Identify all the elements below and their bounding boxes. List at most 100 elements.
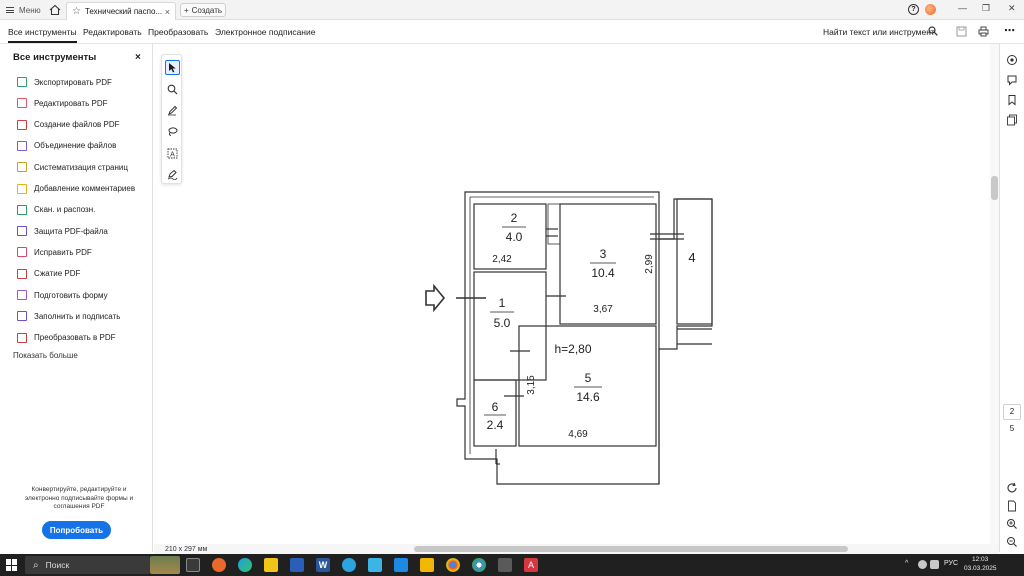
taskbar-search[interactable]: ⌕ Поиск	[25, 556, 150, 574]
help-icon[interactable]: ?	[908, 4, 919, 15]
menu-button[interactable]: Меню	[2, 3, 41, 17]
store-icon[interactable]	[290, 558, 304, 572]
document-tab[interactable]: ☆ Технический паспо... ×	[66, 2, 176, 20]
ai-assistant-icon[interactable]	[1006, 54, 1018, 66]
tab-e-sign[interactable]: Электронное подписание	[215, 27, 315, 37]
dim-3-15: 3,15	[526, 375, 537, 395]
print-icon[interactable]	[978, 26, 989, 37]
tool-label: Объединение файлов	[34, 141, 117, 151]
tool-icon	[17, 183, 27, 194]
clock-time[interactable]: 12:03	[972, 556, 988, 563]
room-2-number: 2	[511, 211, 518, 225]
tool-icon	[17, 290, 27, 300]
tool-item[interactable]: Преобразовать в PDF	[17, 331, 115, 345]
tool-item[interactable]: Подготовить форму	[17, 288, 108, 302]
file-explorer-icon[interactable]	[264, 558, 278, 572]
tool-item[interactable]: Защита PDF-файла	[17, 224, 108, 238]
zoom-tool[interactable]	[165, 82, 180, 97]
tool-item[interactable]: Создание файлов PDF	[17, 118, 119, 132]
tool-item[interactable]: Скан. и распозн.	[17, 203, 95, 217]
vertical-scrollbar[interactable]	[991, 176, 998, 200]
chrome-icon[interactable]	[446, 558, 460, 572]
dim-4-69: 4,69	[568, 429, 588, 440]
pen-icon	[168, 105, 178, 116]
windows-start-icon[interactable]	[6, 559, 18, 571]
new-tab-button[interactable]: + Создать	[180, 3, 226, 17]
tab-edit[interactable]: Редактировать	[83, 27, 142, 37]
sign-tool[interactable]	[165, 167, 180, 182]
current-page-input[interactable]: 2	[1003, 404, 1021, 420]
refresh-icon[interactable]	[1006, 482, 1018, 494]
tool-item[interactable]: Редактировать PDF	[17, 96, 107, 110]
clock-date[interactable]: 03.03.2025	[964, 565, 997, 572]
acrobat-icon[interactable]: A	[524, 558, 538, 572]
tool-item[interactable]: Экспортировать PDF	[17, 75, 112, 89]
widget-bird-icon[interactable]	[150, 556, 180, 574]
tool-label: Редактировать PDF	[34, 98, 108, 108]
tab-convert[interactable]: Преобразовать	[148, 27, 208, 37]
tab-all-tools[interactable]: Все инструменты	[8, 27, 77, 43]
tool-icon	[17, 226, 27, 237]
hamburger-icon	[6, 7, 14, 13]
text-tool[interactable]: A	[165, 146, 180, 161]
save-icon[interactable]	[956, 26, 967, 37]
more-options-icon[interactable]: ⋯	[1004, 24, 1015, 37]
cursor-icon	[169, 63, 176, 73]
zoom-in-icon[interactable]	[1006, 518, 1018, 530]
tool-item[interactable]: Добавление комментариев	[17, 182, 135, 196]
document-icon[interactable]	[1006, 500, 1018, 512]
star-icon[interactable]: ☆	[72, 6, 81, 17]
all-tools-panel: Все инструменты × Экспортировать PDF Реда…	[0, 44, 153, 552]
home-icon[interactable]	[49, 4, 61, 16]
room-2-area: 4.0	[506, 230, 523, 244]
document-canvas[interactable]: 2 4.0 2,42 3 10.4 3,67 2,99 4 1 5.0 h=2,…	[154, 44, 999, 544]
app-orange-icon[interactable]	[212, 558, 226, 572]
comment-icon[interactable]	[1006, 74, 1018, 86]
pages-icon[interactable]	[1006, 114, 1018, 126]
dim-2-42: 2,42	[492, 254, 512, 265]
app-blue-icon[interactable]	[368, 558, 382, 572]
tool-item[interactable]: Сжатие PDF	[17, 267, 80, 281]
volume-icon[interactable]	[930, 560, 939, 569]
tool-item[interactable]: Исправить PDF	[17, 245, 92, 259]
vertical-scroll-track[interactable]	[990, 44, 999, 544]
horizontal-scrollbar[interactable]	[414, 546, 848, 552]
room-3-area: 10.4	[591, 266, 615, 280]
telegram-icon[interactable]	[342, 558, 356, 572]
restore-button[interactable]: ❐	[982, 3, 990, 14]
search-icon[interactable]	[928, 26, 938, 36]
minimize-button[interactable]: —	[958, 3, 967, 13]
chrome-alt-icon[interactable]	[472, 558, 486, 572]
zoom-out-icon[interactable]	[1006, 536, 1018, 548]
show-more-link[interactable]: Показать больше	[13, 351, 78, 360]
right-rail: 2 5	[999, 44, 1024, 552]
draw-tool[interactable]	[165, 124, 180, 139]
app-yellow-icon[interactable]	[420, 558, 434, 572]
tool-icon	[17, 119, 27, 130]
tool-item[interactable]: Объединение файлов	[17, 139, 116, 153]
try-button[interactable]: Попробовать	[42, 521, 111, 539]
word-icon[interactable]: W	[316, 558, 330, 572]
promo-text: Конвертируйте, редактируйте и электронно…	[24, 486, 134, 510]
comment-tool[interactable]	[165, 103, 180, 118]
tool-label: Систематизация страниц	[34, 162, 128, 172]
select-tool[interactable]	[165, 60, 180, 75]
app-grey-icon[interactable]	[498, 558, 512, 572]
network-icon[interactable]	[918, 560, 927, 569]
close-window-button[interactable]: ✕	[1008, 3, 1016, 14]
bookmark-icon[interactable]	[1006, 94, 1018, 106]
find-text-or-tool[interactable]: Найти текст или инструмент	[823, 27, 935, 37]
edge-icon[interactable]	[238, 558, 252, 572]
app-mail-icon[interactable]	[394, 558, 408, 572]
tab-close-icon[interactable]: ×	[165, 7, 170, 17]
language-indicator[interactable]: РУС	[944, 560, 958, 567]
task-view-icon[interactable]	[186, 558, 200, 572]
tool-item[interactable]: Заполнить и подписать	[17, 309, 120, 323]
close-panel-icon[interactable]: ×	[135, 52, 141, 63]
tool-item[interactable]: Систематизация страниц	[17, 160, 128, 174]
avatar[interactable]	[925, 4, 936, 15]
tool-label: Добавление комментариев	[34, 184, 136, 193]
tray-chevron-icon[interactable]: ^	[905, 560, 908, 567]
tool-label: Сжатие PDF	[34, 269, 81, 279]
tool-icon	[17, 140, 27, 151]
